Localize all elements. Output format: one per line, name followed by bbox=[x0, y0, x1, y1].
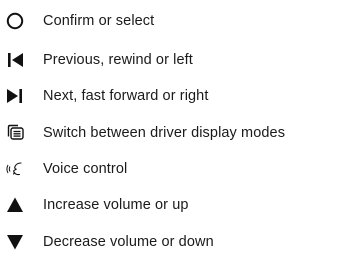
next-triangle-bar-right-icon bbox=[0, 82, 30, 110]
legend-label-increase-volume: Increase volume or up bbox=[43, 197, 189, 213]
triangle-down-icon bbox=[0, 228, 30, 256]
legend-label-next: Next, fast forward or right bbox=[43, 88, 209, 104]
voice-control-icon bbox=[0, 155, 30, 183]
legend-row-previous: Previous, rewind or left bbox=[0, 46, 339, 74]
legend-label-confirm: Confirm or select bbox=[43, 13, 155, 29]
circle-outline-icon bbox=[0, 7, 30, 35]
legend-label-display-modes: Switch between driver display modes bbox=[43, 125, 286, 141]
triangle-up-icon bbox=[0, 191, 30, 219]
previous-bar-triangle-left-icon bbox=[0, 46, 30, 74]
legend-row-decrease-volume: Decrease volume or down bbox=[0, 228, 339, 256]
legend-row-confirm: Confirm or select bbox=[0, 7, 339, 35]
legend-row-increase-volume: Increase volume or up bbox=[0, 191, 339, 219]
legend-label-previous: Previous, rewind or left bbox=[43, 52, 193, 68]
legend-row-next: Next, fast forward or right bbox=[0, 82, 339, 110]
display-modes-icon bbox=[0, 119, 30, 147]
legend-row-voice-control: Voice control bbox=[0, 155, 339, 183]
legend-label-voice-control: Voice control bbox=[43, 161, 128, 177]
legend-row-display-modes: Switch between driver display modes bbox=[0, 119, 339, 147]
control-legend: Confirm or select Previous, rewind or le… bbox=[0, 0, 339, 262]
legend-label-decrease-volume: Decrease volume or down bbox=[43, 234, 214, 250]
